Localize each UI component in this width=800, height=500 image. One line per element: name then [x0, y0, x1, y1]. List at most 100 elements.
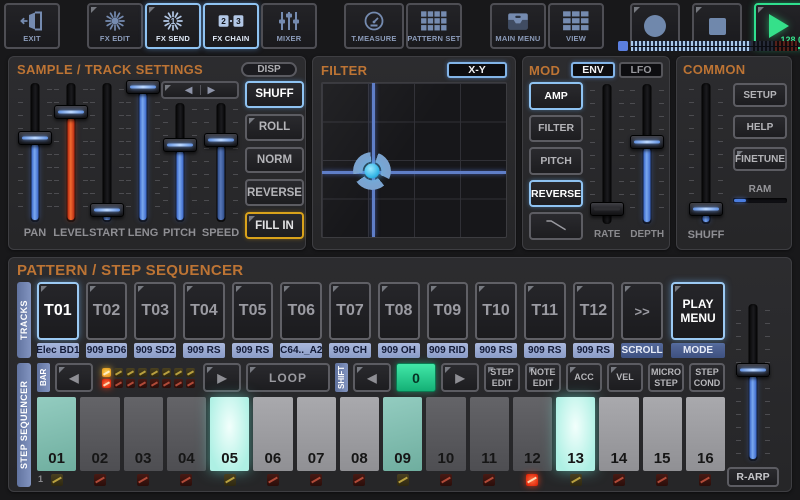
- mod-target-filter-button[interactable]: FILTER: [529, 115, 583, 143]
- step-pad-16[interactable]: 16: [686, 397, 725, 471]
- xy-mode-button[interactable]: X-Y: [447, 62, 507, 78]
- slider-track[interactable]: [689, 81, 723, 226]
- step-led: [224, 474, 236, 486]
- fx-edit-button[interactable]: FX EDIT: [87, 3, 143, 49]
- track-button-t02[interactable]: T02: [86, 282, 128, 340]
- step-pad-15[interactable]: 15: [643, 397, 682, 471]
- right-arrow-icon: ▶: [217, 371, 226, 385]
- shuff-button[interactable]: SHUFF: [245, 81, 304, 108]
- filter-xy-pad[interactable]: [321, 82, 507, 238]
- finetune-button[interactable]: FINETUNE: [733, 147, 787, 171]
- step-pad-10[interactable]: 10: [426, 397, 465, 471]
- slider-track[interactable]: [90, 81, 124, 224]
- slider-handle[interactable]: [204, 133, 238, 147]
- fx-chain-button[interactable]: 23FX CHAIN: [203, 3, 259, 49]
- step-pad-07[interactable]: 07: [297, 397, 336, 471]
- slider-handle[interactable]: [689, 202, 723, 216]
- loop-button[interactable]: LOOP: [246, 363, 330, 392]
- step-pad-12[interactable]: 12: [513, 397, 552, 471]
- step-pad-04[interactable]: 04: [167, 397, 206, 471]
- track-button-t06[interactable]: T06: [280, 282, 322, 340]
- track-button-t01[interactable]: T01: [37, 282, 79, 340]
- play-menu-button[interactable]: PLAY MENU: [671, 282, 725, 340]
- disp-button[interactable]: DISP: [241, 62, 297, 77]
- r-arp-button[interactable]: R-ARP: [727, 467, 779, 487]
- step-pad-14[interactable]: 14: [599, 397, 638, 471]
- step-led: [94, 474, 106, 486]
- step-pad-05[interactable]: 05: [210, 397, 249, 471]
- step-pad-13[interactable]: 13: [556, 397, 595, 471]
- step-pad-01[interactable]: 01: [37, 397, 76, 471]
- track-scroll-button[interactable]: >>: [621, 282, 663, 340]
- shift-prev-button[interactable]: ◀: [353, 363, 391, 392]
- track-button-t12[interactable]: T12: [573, 282, 615, 340]
- acc-button[interactable]: ACC: [566, 363, 602, 392]
- slider-track[interactable]: [590, 82, 624, 226]
- track-button-t11[interactable]: T11: [524, 282, 566, 340]
- step-pad-09[interactable]: 09: [383, 397, 422, 471]
- track-button-t03[interactable]: T03: [134, 282, 176, 340]
- slider-handle[interactable]: [736, 363, 770, 377]
- step-led: [397, 474, 409, 486]
- micro-step-button[interactable]: MICRO STEP: [648, 363, 684, 392]
- view-button[interactable]: VIEW: [548, 3, 604, 49]
- env-tab[interactable]: ENV: [571, 62, 615, 78]
- lfo-tab[interactable]: LFO: [619, 62, 663, 78]
- exit-button[interactable]: EXIT: [4, 3, 60, 49]
- shift-next-button[interactable]: ▶: [441, 363, 479, 392]
- pattern-set-button[interactable]: PATTERN SET: [406, 3, 462, 49]
- step-pad-06[interactable]: 06: [253, 397, 292, 471]
- help-button[interactable]: HELP: [733, 115, 787, 139]
- slider-handle[interactable]: [90, 203, 124, 217]
- slider-handle[interactable]: [630, 135, 664, 149]
- fx-send-button[interactable]: 1FX SEND: [145, 3, 201, 49]
- step-led-cell: 1: [37, 473, 76, 487]
- step-pad-02[interactable]: 02: [80, 397, 119, 471]
- sample-nudge-button[interactable]: ◀▶: [161, 81, 239, 99]
- t-measure-button[interactable]: T.MEASURE: [344, 3, 404, 49]
- track-button-t04[interactable]: T04: [183, 282, 225, 340]
- slider-handle[interactable]: [126, 80, 160, 94]
- note-edit-button[interactable]: NOTE EDIT: [525, 363, 561, 392]
- track-button-t08[interactable]: T08: [378, 282, 420, 340]
- norm-button[interactable]: NORM: [245, 147, 304, 174]
- setup-button[interactable]: SETUP: [733, 83, 787, 107]
- bar-next-button[interactable]: ▶: [203, 363, 241, 392]
- slider-track[interactable]: [18, 81, 52, 224]
- mod-target-reverse-button[interactable]: REVERSE: [529, 180, 583, 208]
- track-button-t09[interactable]: T09: [427, 282, 469, 340]
- slider-track[interactable]: [163, 101, 197, 224]
- vel-button[interactable]: VEL: [607, 363, 643, 392]
- slider-track[interactable]: [630, 82, 664, 226]
- exit-icon: [18, 9, 46, 33]
- bar-prev-button[interactable]: ◀: [55, 363, 93, 392]
- step-pad-03[interactable]: 03: [124, 397, 163, 471]
- track-button-t07[interactable]: T07: [329, 282, 371, 340]
- reverse-button[interactable]: REVERSE: [245, 179, 304, 206]
- step-edit-button[interactable]: STEP EDIT: [484, 363, 520, 392]
- main-menu-button[interactable]: MAIN MENU: [490, 3, 546, 49]
- meter-bar: [631, 41, 798, 51]
- slider-track[interactable]: [54, 81, 88, 224]
- mod-target-amp-button[interactable]: AMP: [529, 82, 583, 110]
- envelope-shape-button[interactable]: [529, 212, 583, 240]
- roll-button[interactable]: ROLL: [245, 114, 304, 141]
- slider-handle[interactable]: [18, 131, 52, 145]
- slider-track[interactable]: [736, 302, 770, 463]
- track-button-t05[interactable]: T05: [232, 282, 274, 340]
- step-pad-08[interactable]: 08: [340, 397, 379, 471]
- mod-target-pitch-button[interactable]: PITCH: [529, 147, 583, 175]
- step-cond-button[interactable]: STEP COND: [689, 363, 725, 392]
- slider-handle[interactable]: [590, 202, 624, 216]
- slider-handle[interactable]: [163, 138, 197, 152]
- slider-handle[interactable]: [54, 105, 88, 119]
- slider-track[interactable]: [204, 101, 238, 224]
- step-pad-11[interactable]: 11: [470, 397, 509, 471]
- slider-label: LENG: [128, 227, 159, 239]
- mixer-button[interactable]: MIXER: [261, 3, 317, 49]
- track-cell: T02909 BD6: [86, 282, 128, 358]
- slider-track[interactable]: [126, 81, 160, 224]
- step-number: 16: [686, 450, 725, 467]
- fill-in-button[interactable]: FILL IN: [245, 212, 304, 239]
- track-button-t10[interactable]: T10: [475, 282, 517, 340]
